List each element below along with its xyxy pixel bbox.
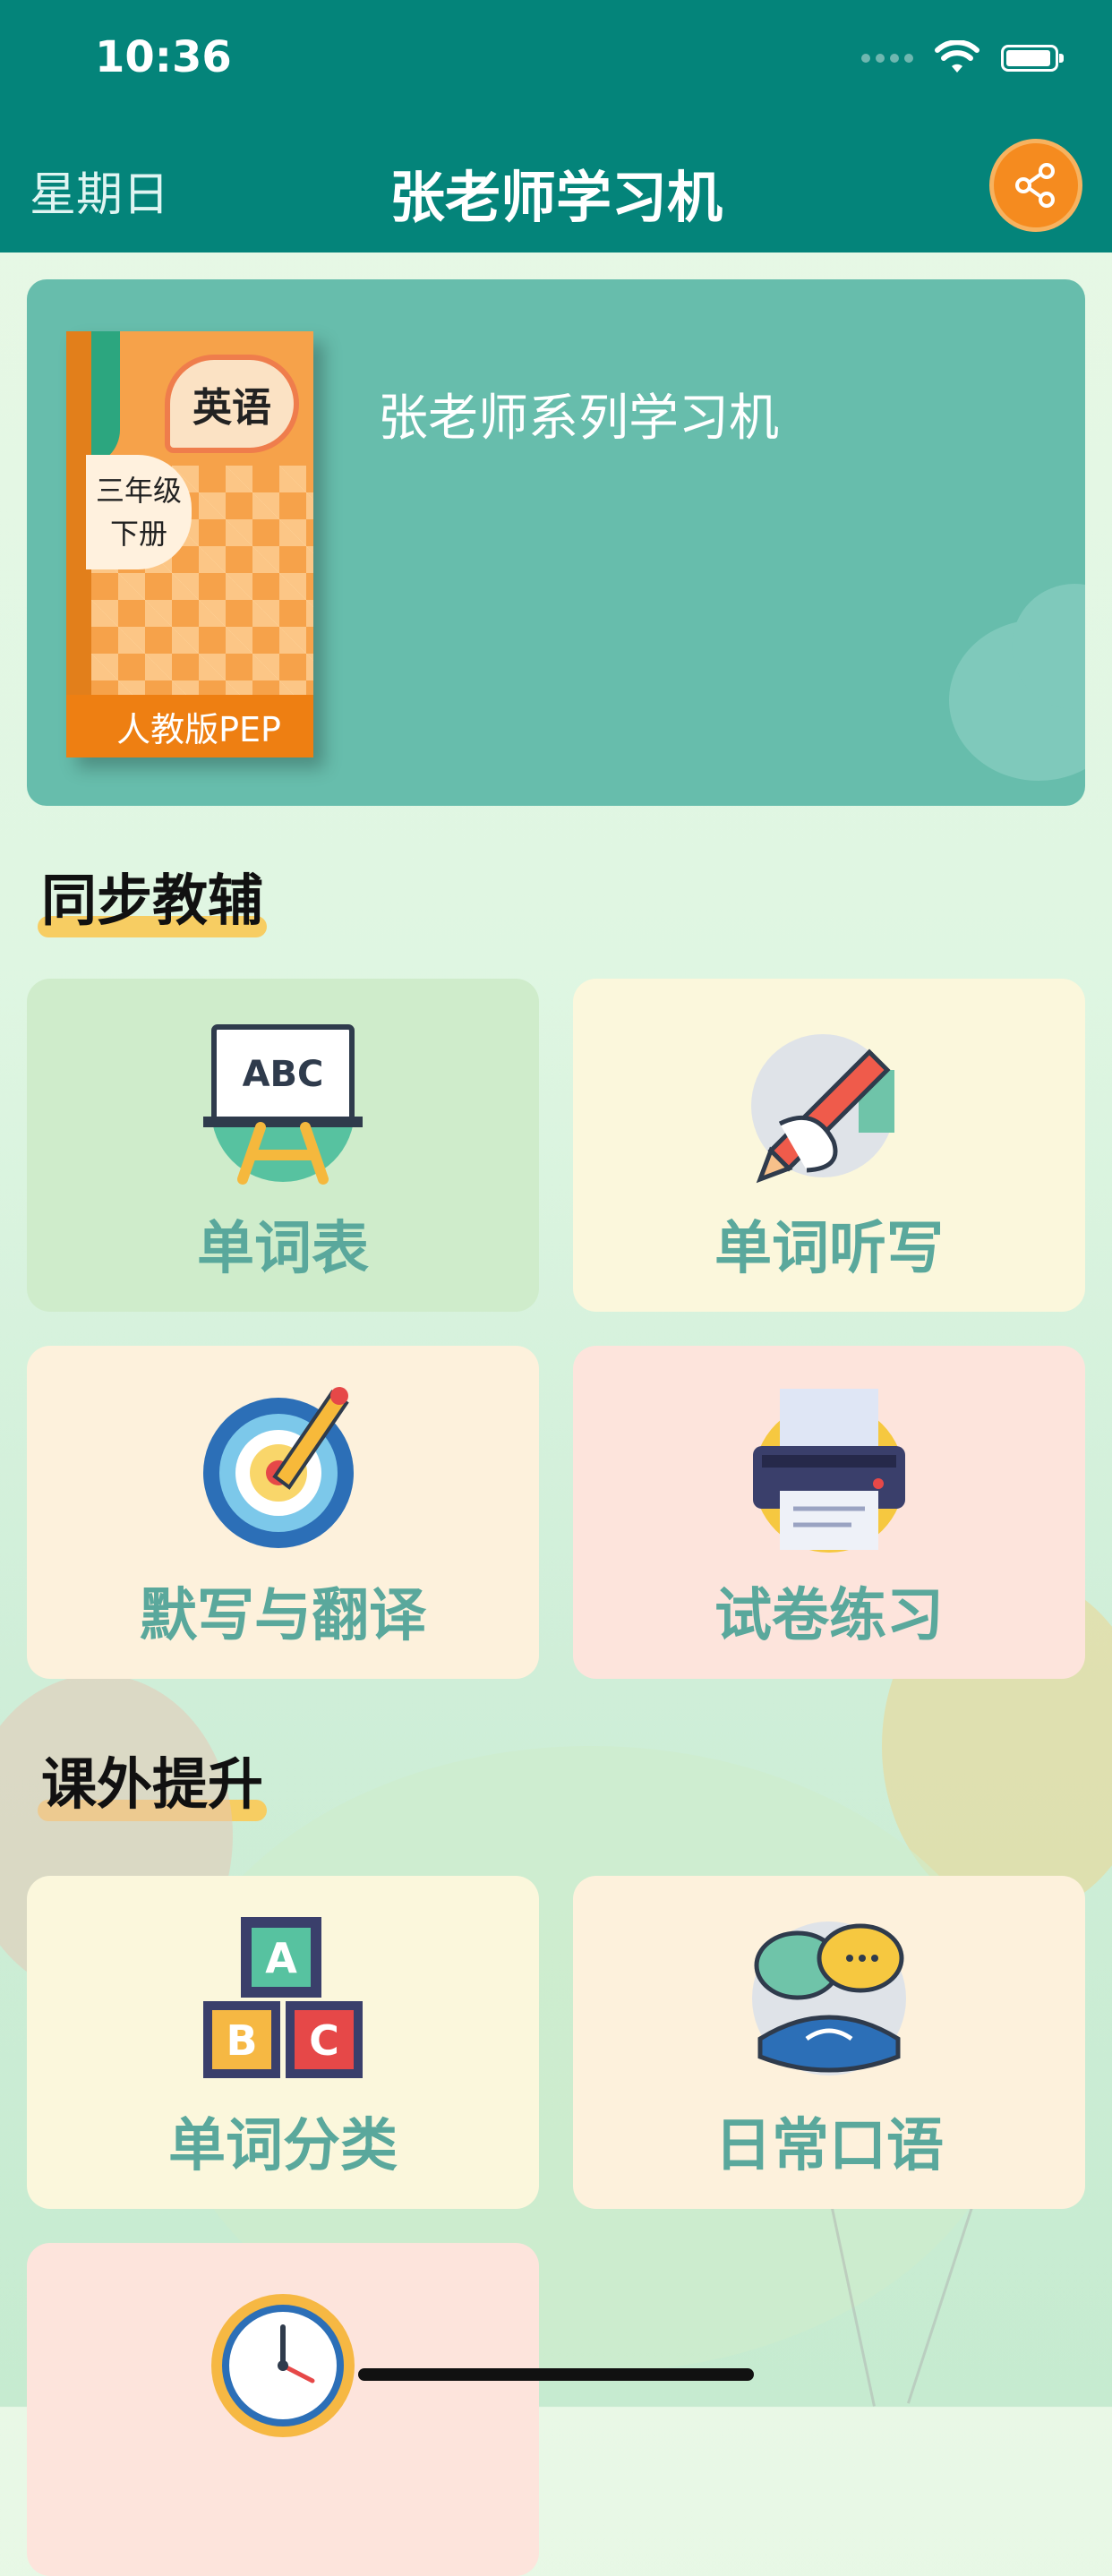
textbook-banner[interactable]: 英语 三年级 下册 人教版PEP 张老师系列学习机 [27, 279, 1085, 806]
card-label: 单词表 [197, 1216, 369, 1282]
banner-title: 张老师系列学习机 [378, 389, 779, 448]
wifi-icon [935, 40, 979, 73]
app-header: 10:36 星期日 张老师学习机 [0, 0, 1112, 252]
card-label: 试卷练习 [714, 1583, 944, 1649]
battery-icon [1001, 45, 1064, 72]
textbook-cover: 英语 三年级 下册 人教版PEP [66, 331, 313, 757]
svg-text:ABC: ABC [243, 1054, 324, 1095]
book-grade-line1: 三年级 [95, 474, 182, 508]
section-title-sync: 同步教辅 [38, 855, 268, 937]
card-label: 日常口语 [714, 2113, 944, 2179]
abc-blocks-icon: A B C [203, 1917, 363, 2078]
svg-text:A: A [265, 1934, 297, 1982]
card-word-list[interactable]: ABC 单词表 [27, 979, 539, 1312]
svg-text:C: C [309, 2016, 339, 2065]
cellular-signal-icon [861, 54, 913, 63]
pencil-writing-icon [751, 1034, 894, 1184]
share-icon [1015, 163, 1055, 208]
status-icons [861, 40, 1064, 76]
share-button[interactable] [989, 139, 1082, 232]
card-exam-practice[interactable]: 试卷练习 [573, 1346, 1085, 1679]
abc-board-icon: ABC [203, 1024, 363, 1185]
status-time: 10:36 [95, 32, 232, 82]
target-pencil-icon [203, 1387, 354, 1548]
home-indicator[interactable] [358, 2368, 754, 2381]
book-grade-line2: 下册 [109, 517, 167, 551]
book-edition: 人教版PEP [66, 695, 313, 757]
card-word-category[interactable]: A B C 单词分类 [27, 1876, 539, 2209]
clock-icon [211, 2294, 355, 2437]
card-label: 单词分类 [168, 2113, 398, 2179]
printer-icon [753, 1389, 905, 1553]
card-word-dictation[interactable]: 单词听写 [573, 979, 1085, 1312]
svg-text:B: B [226, 2016, 257, 2065]
book-subject: 英语 [165, 355, 299, 453]
book-grade: 三年级 下册 [86, 455, 192, 569]
section-title-extra: 课外提升 [38, 1739, 268, 1821]
chat-phone-icon [752, 1921, 906, 2075]
card-dictation-translation[interactable]: 默写与翻译 [27, 1346, 539, 1679]
card-daily-speaking[interactable]: 日常口语 [573, 1876, 1085, 2209]
page-title: 张老师学习机 [389, 165, 723, 230]
card-label: 单词听写 [714, 1216, 944, 1282]
card-label: 默写与翻译 [140, 1583, 426, 1649]
card-clock-activity[interactable] [27, 2243, 539, 2576]
section-title-text: 课外提升 [41, 1751, 264, 1817]
section-title-text: 同步教辅 [41, 868, 264, 933]
